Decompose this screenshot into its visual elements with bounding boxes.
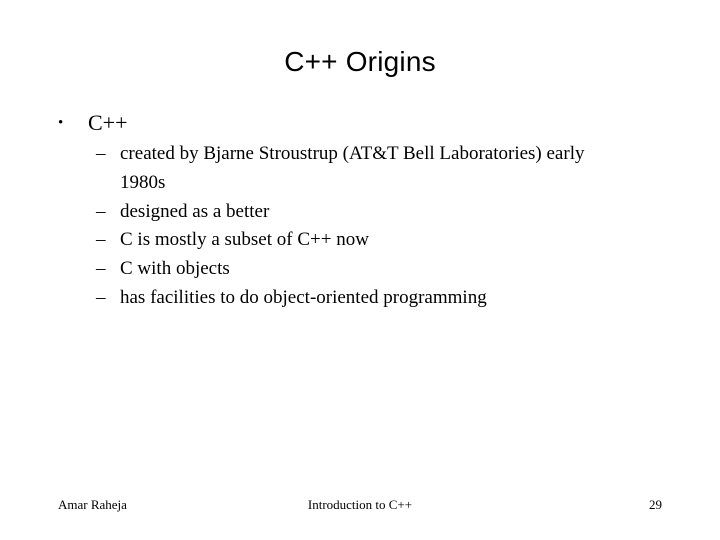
list-item: – created by Bjarne Stroustrup (AT&T Bel… [0,140,720,198]
list-item: – C with objects [0,255,720,284]
sub-bullet-label-designed-as-better: designed as a better [120,200,270,222]
dash-icon: – [96,200,106,222]
dash-icon: – [96,258,106,280]
dash-icon: – [96,286,106,308]
sub-bullet-label-c-subset: C is mostly a subset of C++ now [120,229,369,251]
bullet-level1-cpp: • C++ [0,108,720,138]
dash-icon: – [96,229,106,251]
sub-bullet-label-created-by: created by Bjarne Stroustrup (AT&T Bell … [120,143,585,193]
list-item: – has facilities to do object-oriented p… [0,284,720,313]
footer-page-number: 29 [649,497,662,512]
list-item: – C is mostly a subset of C++ now [0,226,720,255]
dash-icon: – [96,143,106,164]
sub-bullet-list: – created by Bjarne Stroustrup (AT&T Bel… [0,140,720,313]
sub-bullet-label-oop-facilities: has facilities to do object-oriented pro… [120,286,487,308]
bullet-level1-label: C++ [88,110,128,135]
list-item: – designed as a better [0,198,720,227]
sub-bullet-label-c-with-objects: C with objects [120,258,230,280]
slide-footer: Amar Raheja Introduction to C++ 29 [0,495,720,515]
slide-canvas: C++ Origins • C++ – created by Bjarne St… [0,0,720,540]
page-title: C++ Origins [284,46,436,77]
bullet-dot-icon: • [58,115,64,131]
content-outline: • C++ – created by Bjarne Stroustrup (AT… [0,108,720,313]
footer-course-title: Introduction to C++ [307,497,413,512]
